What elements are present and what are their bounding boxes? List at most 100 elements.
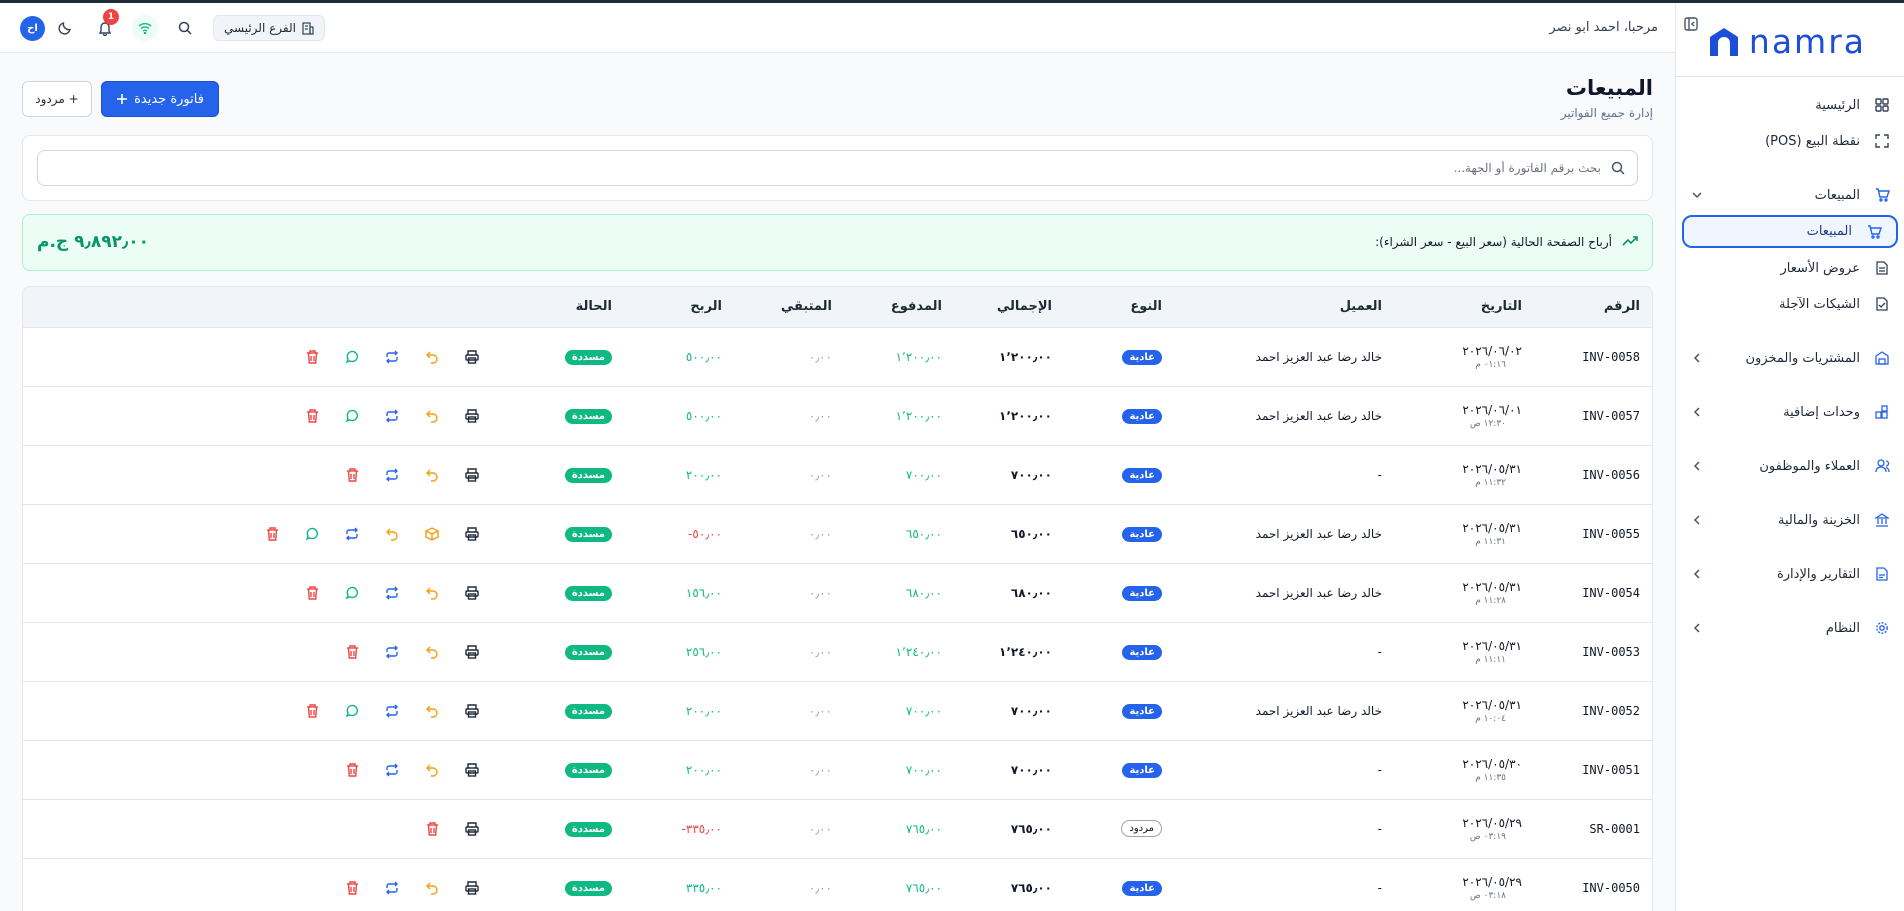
column-header[interactable]: الإجمالي	[954, 287, 1064, 327]
sidebar-item-cheques[interactable]: الشيكات الآجلة	[1676, 286, 1904, 322]
invoice-number[interactable]: SR-0001	[1534, 799, 1652, 858]
column-header[interactable]: الربح	[624, 287, 734, 327]
return-icon[interactable]	[412, 347, 452, 367]
invoice-number[interactable]: INV-0055	[1534, 504, 1652, 563]
invoice-number[interactable]: INV-0052	[1534, 681, 1652, 740]
notifications-button[interactable]: 1	[85, 9, 125, 43]
sidebar-group-customers[interactable]: العملاء والموظفون	[1676, 448, 1904, 484]
sidebar-group-sales[interactable]: المبيعات	[1676, 177, 1904, 213]
convert-icon[interactable]	[372, 347, 412, 367]
sidebar-collapse-icon[interactable]	[1684, 17, 1698, 31]
convert-icon[interactable]	[372, 583, 412, 603]
whatsapp-icon[interactable]	[332, 406, 372, 426]
print-icon[interactable]	[452, 760, 492, 780]
search-button[interactable]	[165, 13, 205, 43]
delete-icon[interactable]	[332, 465, 372, 485]
print-icon[interactable]	[452, 819, 492, 839]
column-header[interactable]: العميل	[1174, 287, 1394, 327]
table-row[interactable]: INV-0055 ٢٠٢٦/٠٥/٣١ ١١:٣١ م خالد رضا عبد …	[23, 504, 1652, 563]
sidebar-item-pos[interactable]: نقطة البيع (POS)	[1676, 123, 1904, 159]
print-icon[interactable]	[452, 878, 492, 898]
return-icon[interactable]	[412, 465, 452, 485]
invoice-number[interactable]: INV-0053	[1534, 622, 1652, 681]
table-row[interactable]: INV-0056 ٢٠٢٦/٠٥/٣١ ١١:٣٢ م - عادية ٧٠٠٫٠…	[23, 445, 1652, 504]
table-row[interactable]: INV-0057 ٢٠٢٦/٠٦/٠١ ١٢:٣٠ ص خالد رضا عبد …	[23, 386, 1652, 445]
new-invoice-button[interactable]: فاتورة جديدة	[101, 81, 219, 117]
column-header[interactable]: المتبقي	[734, 287, 844, 327]
return-icon[interactable]	[372, 524, 412, 544]
column-header[interactable]: التاريخ	[1394, 287, 1534, 327]
row-actions	[23, 681, 504, 740]
invoice-number[interactable]: INV-0054	[1534, 563, 1652, 622]
convert-icon[interactable]	[372, 701, 412, 721]
return-icon[interactable]	[412, 406, 452, 426]
delete-icon[interactable]	[292, 583, 332, 603]
print-icon[interactable]	[452, 524, 492, 544]
column-header[interactable]: النوع	[1064, 287, 1174, 327]
delete-icon[interactable]	[252, 524, 292, 544]
sidebar-group-treasury[interactable]: الخزينة والمالية	[1676, 502, 1904, 538]
table-row[interactable]: INV-0050 ٢٠٢٦/٠٥/٢٩ ٠٣:١٨ ص - عادية ٧٦٥٫٠…	[23, 858, 1652, 911]
convert-icon[interactable]	[372, 760, 412, 780]
whatsapp-icon[interactable]	[332, 347, 372, 367]
dark-mode-toggle[interactable]	[45, 13, 85, 43]
invoice-number[interactable]: INV-0051	[1534, 740, 1652, 799]
brand-logo[interactable]: namra	[1707, 25, 1866, 59]
return-icon[interactable]	[412, 760, 452, 780]
convert-icon[interactable]	[372, 642, 412, 662]
column-header[interactable]: المدفوع	[844, 287, 954, 327]
page-title: المبيعات	[1565, 76, 1653, 100]
delete-icon[interactable]	[332, 642, 372, 662]
sales-return-button[interactable]: + مردود	[22, 81, 92, 117]
return-icon[interactable]	[412, 642, 452, 662]
sidebar-group-reports[interactable]: التقارير والإدارة	[1676, 556, 1904, 592]
whatsapp-icon[interactable]	[292, 524, 332, 544]
convert-icon[interactable]	[332, 524, 372, 544]
table-row[interactable]: INV-0058 ٢٠٢٦/٠٦/٠٢ ٠١:١٦ م خالد رضا عبد …	[23, 327, 1652, 386]
report-icon	[1874, 566, 1890, 582]
connection-status[interactable]	[125, 13, 165, 43]
delete-icon[interactable]	[332, 760, 372, 780]
sidebar-item-sales[interactable]: المبيعات	[1682, 215, 1898, 248]
column-header[interactable]: الرقم	[1534, 287, 1652, 327]
branch-selector[interactable]: الفرع الرئيسي	[213, 15, 325, 41]
print-icon[interactable]	[452, 347, 492, 367]
table-row[interactable]: SR-0001 ٢٠٢٦/٠٥/٢٩ ٠٣:١٩ ص - مردود ٧٦٥٫٠٠…	[23, 799, 1652, 858]
delete-icon[interactable]	[292, 347, 332, 367]
print-icon[interactable]	[452, 583, 492, 603]
delete-icon[interactable]	[292, 701, 332, 721]
delete-icon[interactable]	[412, 819, 452, 839]
invoice-number[interactable]: INV-0057	[1534, 386, 1652, 445]
table-row[interactable]: INV-0054 ٢٠٢٦/٠٥/٣١ ١١:٢٨ م خالد رضا عبد …	[23, 563, 1652, 622]
invoice-number[interactable]: INV-0058	[1534, 327, 1652, 386]
column-header[interactable]: الحالة	[504, 287, 624, 327]
convert-icon[interactable]	[372, 465, 412, 485]
search-field[interactable]	[37, 150, 1638, 186]
table-row[interactable]: INV-0053 ٢٠٢٦/٠٥/٣١ ١١:١١ م - عادية ١٬٢٤٠…	[23, 622, 1652, 681]
print-icon[interactable]	[452, 465, 492, 485]
convert-icon[interactable]	[372, 878, 412, 898]
print-icon[interactable]	[452, 701, 492, 721]
sidebar-group-purchases[interactable]: المشتريات والمخزون	[1676, 340, 1904, 376]
invoice-number[interactable]: INV-0056	[1534, 445, 1652, 504]
delete-icon[interactable]	[332, 878, 372, 898]
package-icon[interactable]	[412, 524, 452, 544]
delete-icon[interactable]	[292, 406, 332, 426]
print-icon[interactable]	[452, 642, 492, 662]
return-icon[interactable]	[412, 701, 452, 721]
sidebar-group-system[interactable]: النظام	[1676, 610, 1904, 646]
avatar[interactable]: اح	[20, 15, 45, 41]
return-icon[interactable]	[412, 583, 452, 603]
return-icon[interactable]	[412, 878, 452, 898]
table-row[interactable]: INV-0051 ٢٠٢٦/٠٥/٣٠ ١١:٣٥ م - عادية ٧٠٠٫٠…	[23, 740, 1652, 799]
sidebar-item-quotes[interactable]: عروض الأسعار	[1676, 250, 1904, 286]
search-input[interactable]	[38, 161, 1601, 175]
print-icon[interactable]	[452, 406, 492, 426]
sidebar-group-modules[interactable]: وحدات إضافية	[1676, 394, 1904, 430]
whatsapp-icon[interactable]	[332, 583, 372, 603]
convert-icon[interactable]	[372, 406, 412, 426]
sidebar-item-home[interactable]: الرئيسية	[1676, 87, 1904, 123]
whatsapp-icon[interactable]	[332, 701, 372, 721]
invoice-number[interactable]: INV-0050	[1534, 858, 1652, 911]
table-row[interactable]: INV-0052 ٢٠٢٦/٠٥/٣١ ١٠:٠٤ م خالد رضا عبد …	[23, 681, 1652, 740]
